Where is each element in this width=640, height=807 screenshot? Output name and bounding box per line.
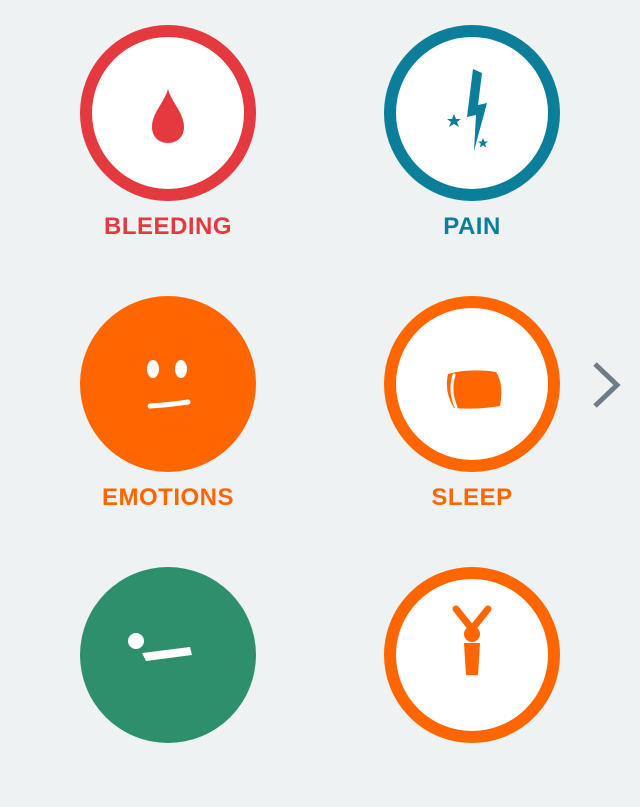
pain-circle[interactable] bbox=[384, 25, 560, 201]
exercise-circle[interactable] bbox=[80, 567, 256, 743]
category-label-sleep: SLEEP bbox=[431, 484, 513, 511]
chevron-right-icon bbox=[593, 362, 621, 408]
category-label-pain: PAIN bbox=[443, 213, 501, 240]
exercise-icon bbox=[128, 633, 192, 661]
pillow-icon bbox=[446, 370, 502, 409]
category-exercise[interactable] bbox=[68, 567, 268, 807]
next-page-button[interactable] bbox=[586, 358, 626, 412]
blood-drop-icon bbox=[152, 89, 184, 143]
tracking-category-grid: BLEEDING PAIN EMOTIONS SLEEP bbox=[0, 0, 640, 743]
category-bleeding[interactable]: BLEEDING bbox=[68, 25, 268, 265]
category-label-bleeding: BLEEDING bbox=[103, 213, 232, 240]
bleeding-circle[interactable] bbox=[80, 25, 256, 201]
category-emotions[interactable]: EMOTIONS bbox=[68, 296, 268, 536]
category-pain[interactable]: PAIN bbox=[372, 25, 572, 265]
category-sleep[interactable]: SLEEP bbox=[372, 296, 572, 536]
category-label-emotions: EMOTIONS bbox=[101, 484, 234, 511]
energy-circle[interactable] bbox=[384, 567, 560, 743]
sleep-circle[interactable] bbox=[384, 296, 560, 472]
emotions-circle[interactable] bbox=[80, 296, 256, 472]
raised-arms-person-icon bbox=[452, 605, 492, 675]
category-energy[interactable] bbox=[372, 567, 572, 807]
face-icon bbox=[147, 360, 191, 409]
lightning-bolt-icon bbox=[447, 69, 488, 151]
